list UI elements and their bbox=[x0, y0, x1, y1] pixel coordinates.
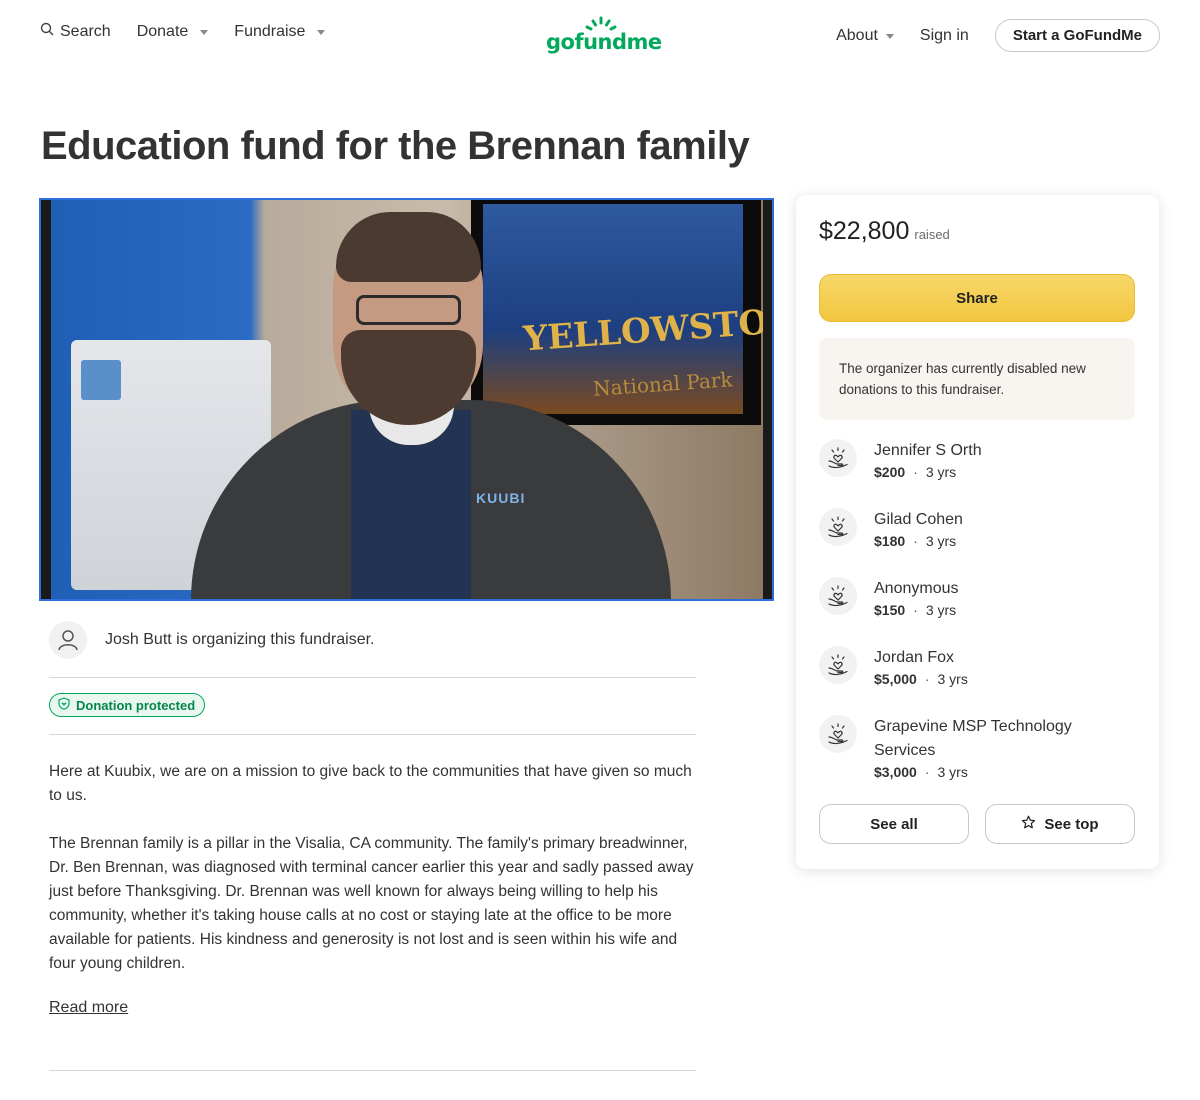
fundraise-menu[interactable]: Fundraise bbox=[234, 22, 326, 41]
about-label: About bbox=[836, 26, 878, 44]
search-label: Search bbox=[60, 22, 111, 40]
share-button[interactable]: Share bbox=[819, 274, 1135, 322]
donor-amount: $200 bbox=[874, 464, 906, 480]
page-title: Education fund for the Brennan family bbox=[41, 124, 750, 168]
divider bbox=[49, 677, 696, 678]
wall-poster: YELLOWSTONE National Park bbox=[471, 200, 763, 425]
donor-info: Jennifer S Orth $200 · 3 yrs bbox=[874, 439, 982, 480]
shield-icon bbox=[58, 697, 70, 713]
donation-sidebar: $22,800 raised Share The organizer has c… bbox=[796, 195, 1159, 869]
signin-link[interactable]: Sign in bbox=[920, 27, 969, 45]
gofundme-logo[interactable]: gofundme bbox=[546, 16, 662, 56]
person-hair bbox=[336, 212, 481, 282]
donor-time: 3 yrs bbox=[937, 764, 968, 780]
donor-meta: $3,000 · 3 yrs bbox=[874, 764, 968, 780]
donor-heart-hand-icon bbox=[819, 646, 857, 684]
divider bbox=[49, 734, 696, 735]
nav-right: About Sign in Start a GoFundMe bbox=[836, 19, 1160, 52]
donor-meta: $150 · 3 yrs bbox=[874, 602, 957, 618]
donations-disabled-notice: The organizer has currently disabled new… bbox=[819, 338, 1135, 420]
chevron-down-icon bbox=[200, 30, 209, 35]
search-button[interactable]: Search bbox=[40, 22, 111, 41]
donor-amount: $5,000 bbox=[874, 671, 917, 687]
poster-image: YELLOWSTONE National Park bbox=[483, 204, 763, 414]
fundraise-label: Fundraise bbox=[234, 22, 306, 40]
donor-info: Anonymous $150 · 3 yrs bbox=[874, 577, 959, 618]
donor-name: Jordan Fox bbox=[874, 649, 955, 666]
user-icon bbox=[49, 621, 87, 659]
poster-subtitle: National Park bbox=[592, 367, 734, 401]
story-paragraph: Here at Kuubix, we are on a mission to g… bbox=[49, 763, 692, 804]
divider bbox=[49, 1070, 696, 1071]
video-frame: YELLOWSTONE National Park KUUBI bbox=[51, 200, 763, 599]
raised-label: raised bbox=[914, 227, 950, 242]
about-menu[interactable]: About bbox=[836, 27, 894, 45]
person-glasses bbox=[356, 295, 461, 325]
donor-item: Anonymous $150 · 3 yrs bbox=[819, 577, 959, 618]
donor-name: Jennifer S Orth bbox=[874, 442, 982, 459]
chevron-down-icon bbox=[317, 30, 326, 35]
donor-amount: $180 bbox=[874, 533, 906, 549]
donor-time: 3 yrs bbox=[937, 671, 968, 687]
donor-name: Grapevine MSP Technology Services bbox=[874, 718, 1072, 759]
see-top-button[interactable]: See top bbox=[985, 804, 1135, 844]
organizer-text: Josh Butt is organizing this fundraiser. bbox=[105, 631, 375, 648]
see-all-label: See all bbox=[870, 815, 918, 833]
campaign-video[interactable]: YELLOWSTONE National Park KUUBI bbox=[39, 198, 774, 601]
donor-amount: $3,000 bbox=[874, 764, 917, 780]
raised-summary: $22,800 raised bbox=[819, 217, 950, 246]
donor-info: Gilad Cohen $180 · 3 yrs bbox=[874, 508, 963, 549]
donor-item: Grapevine MSP Technology Services $3,000… bbox=[819, 715, 1104, 780]
donor-meta: $180 · 3 yrs bbox=[874, 533, 957, 549]
donor-time: 3 yrs bbox=[925, 464, 957, 480]
search-icon bbox=[40, 22, 54, 41]
read-more-link[interactable]: Read more bbox=[49, 999, 128, 1017]
donor-item: Gilad Cohen $180 · 3 yrs bbox=[819, 508, 963, 549]
poster-word: YELLOWSTONE bbox=[521, 298, 763, 360]
donor-item: Jennifer S Orth $200 · 3 yrs bbox=[819, 439, 982, 480]
donor-name: Anonymous bbox=[874, 580, 959, 597]
story-paragraph: The Brennan family is a pillar in the Vi… bbox=[49, 835, 694, 972]
shirt-logo: KUUBI bbox=[476, 490, 526, 506]
donor-amount: $150 bbox=[874, 602, 906, 618]
see-all-button[interactable]: See all bbox=[819, 804, 969, 844]
donation-protected-label: Donation protected bbox=[76, 697, 196, 713]
donor-time: 3 yrs bbox=[925, 602, 957, 618]
donor-heart-hand-icon bbox=[819, 715, 857, 753]
chevron-down-icon bbox=[885, 34, 894, 39]
donor-meta: $200 · 3 yrs bbox=[874, 464, 957, 480]
donor-meta: $5,000 · 3 yrs bbox=[874, 671, 968, 687]
nav-left: Search Donate Fundraise bbox=[40, 22, 326, 41]
raised-amount: $22,800 bbox=[819, 217, 910, 245]
donor-heart-hand-icon bbox=[819, 577, 857, 615]
donor-name: Gilad Cohen bbox=[874, 511, 963, 528]
star-icon bbox=[1021, 815, 1036, 834]
story-text: Here at Kuubix, we are on a mission to g… bbox=[49, 760, 704, 1000]
logo-text: gofundme bbox=[546, 30, 662, 54]
donate-menu[interactable]: Donate bbox=[137, 23, 209, 41]
top-nav: Search Donate Fundraise gofundme About S… bbox=[0, 0, 1200, 72]
printer-panel bbox=[81, 360, 121, 400]
donate-label: Donate bbox=[136, 22, 189, 40]
donation-protected-badge[interactable]: Donation protected bbox=[49, 693, 206, 717]
organizer-row: Josh Butt is organizing this fundraiser. bbox=[49, 621, 374, 659]
donor-info: Jordan Fox $5,000 · 3 yrs bbox=[874, 646, 968, 687]
donor-time: 3 yrs bbox=[925, 533, 957, 549]
signin-label: Sign in bbox=[919, 26, 969, 44]
donor-item: Jordan Fox $5,000 · 3 yrs bbox=[819, 646, 968, 687]
donor-info: Grapevine MSP Technology Services $3,000… bbox=[874, 715, 1104, 780]
start-gofundme-button[interactable]: Start a GoFundMe bbox=[994, 19, 1160, 52]
donor-heart-hand-icon bbox=[819, 508, 857, 546]
donor-heart-hand-icon bbox=[819, 439, 857, 477]
see-top-label: See top bbox=[1044, 815, 1099, 833]
